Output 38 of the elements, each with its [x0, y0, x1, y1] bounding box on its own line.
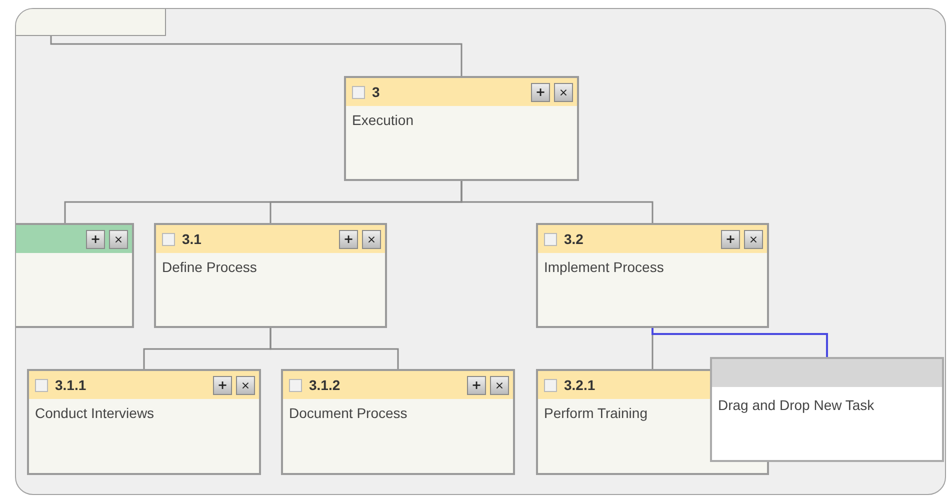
task-card[interactable]: 3.2 + × Implement Process — [536, 223, 769, 328]
checkbox[interactable] — [352, 86, 365, 98]
add-button[interactable]: + — [467, 376, 486, 394]
checkbox[interactable] — [35, 378, 48, 392]
delete-button[interactable]: × — [236, 376, 255, 394]
task-number: 3.2 — [564, 231, 584, 247]
task-title: Execution — [352, 112, 414, 128]
checkbox[interactable] — [162, 232, 175, 246]
add-button[interactable]: + — [86, 230, 105, 248]
node-card[interactable] — [16, 9, 166, 36]
add-button[interactable]: + — [339, 230, 358, 248]
task-card[interactable]: 3.1 + × Define Process — [154, 223, 387, 328]
task-title: Perform Training — [544, 405, 648, 421]
task-title: Define Process — [162, 259, 257, 275]
add-button[interactable]: + — [213, 376, 232, 394]
task-title: Conduct Interviews — [35, 405, 154, 421]
delete-button[interactable]: × — [109, 230, 128, 248]
checkbox[interactable] — [544, 232, 557, 246]
delete-button[interactable]: × — [744, 230, 763, 248]
delete-button[interactable]: × — [490, 376, 509, 394]
task-card[interactable]: + × — [16, 223, 134, 328]
task-number: 3.2.1 — [564, 377, 596, 393]
add-button[interactable]: + — [721, 230, 740, 248]
task-number: 3.1.2 — [309, 377, 340, 393]
delete-button[interactable]: × — [554, 82, 573, 102]
task-card[interactable]: 3.1.1 + × Conduct Interviews — [27, 369, 261, 475]
drag-preview-overlay[interactable]: Drag and Drop New Task — [710, 357, 944, 462]
task-title: Implement Process — [544, 259, 664, 275]
task-number: 3.1.1 — [55, 377, 86, 393]
checkbox[interactable] — [544, 378, 557, 392]
checkbox[interactable] — [289, 378, 302, 392]
task-card[interactable]: 3.1.2 + × Document Process — [281, 369, 515, 475]
task-number: 3 — [372, 84, 380, 100]
add-button[interactable]: + — [531, 82, 550, 102]
task-card[interactable]: 3 + × Execution — [344, 76, 579, 181]
task-number: 3.1 — [182, 231, 202, 247]
task-title: Document Process — [289, 405, 408, 421]
delete-button[interactable]: × — [362, 230, 381, 248]
